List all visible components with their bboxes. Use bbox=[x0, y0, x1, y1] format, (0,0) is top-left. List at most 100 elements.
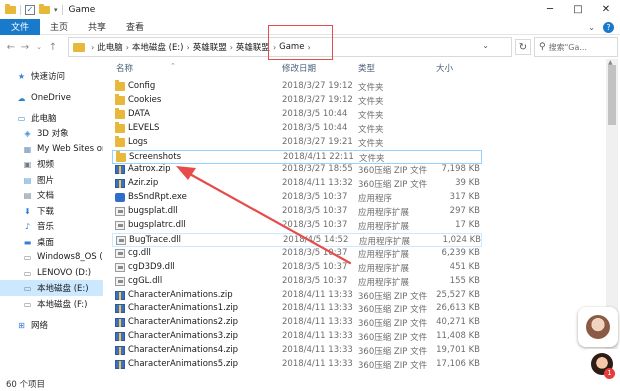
search-box[interactable]: ⚲ bbox=[534, 37, 618, 57]
breadcrumb-separator-icon[interactable]: › bbox=[91, 43, 94, 52]
file-row[interactable]: CharacterAnimations3.zip 2018/4/11 13:33 3… bbox=[112, 330, 482, 344]
file-date: 2018/3/5 10:44 bbox=[282, 108, 348, 119]
folder-icon bbox=[115, 80, 125, 91]
column-header-size[interactable]: 大小 bbox=[436, 62, 453, 74]
file-row[interactable]: Config 2018/3/27 19:12 文件夹 bbox=[112, 80, 482, 94]
back-arrow-icon[interactable]: ← bbox=[4, 37, 18, 57]
file-size: 1,024 KB bbox=[442, 234, 481, 245]
file-date: 2018/4/5 14:52 bbox=[283, 234, 349, 245]
recent-locations-chevron-icon[interactable]: ⌄ bbox=[32, 37, 46, 57]
sidebar-item-desktop[interactable]: ▬ 桌面 bbox=[0, 234, 103, 250]
file-size: 297 KB bbox=[449, 206, 480, 217]
breadcrumb-separator-icon[interactable]: › bbox=[273, 43, 276, 52]
file-row[interactable]: Screenshots 2018/4/11 22:11 文件夹 bbox=[112, 149, 482, 164]
sidebar-item-onedrive[interactable]: ☁ OneDrive bbox=[0, 90, 103, 106]
folder-icon bbox=[115, 135, 125, 147]
file-row[interactable]: CharacterAnimations.zip 2018/4/11 13:33 36… bbox=[112, 289, 482, 303]
sidebar-item-this-pc[interactable]: ▭ 此电脑 bbox=[0, 110, 103, 126]
search-icon: ⚲ bbox=[539, 42, 546, 52]
file-row[interactable]: BugTrace.dll 2018/4/5 14:52 应用程序扩展 1,024 KB bbox=[112, 232, 482, 247]
file-row[interactable]: DATA 2018/3/5 10:44 文件夹 bbox=[112, 107, 482, 122]
sidebar-item-my-web-sites[interactable]: ▦ My Web Sites on I bbox=[0, 141, 103, 157]
tab-view[interactable]: 查看 bbox=[116, 19, 154, 35]
breadcrumb-separator-icon[interactable]: › bbox=[307, 43, 310, 52]
breadcrumb-drive-e[interactable]: 本地磁盘 (E:) bbox=[132, 41, 184, 53]
file-size: 17 KB bbox=[455, 220, 480, 230]
search-input[interactable] bbox=[548, 42, 613, 52]
breadcrumb-lol-2[interactable]: 英雄联盟 bbox=[236, 41, 270, 53]
refresh-icon[interactable]: ↻ bbox=[515, 39, 531, 55]
breadcrumb-separator-icon[interactable]: › bbox=[230, 43, 233, 52]
sidebar-item-pictures[interactable]: ▤ 图片 bbox=[0, 172, 103, 188]
computer-icon: ▭ bbox=[17, 113, 26, 123]
folder-icon bbox=[73, 42, 85, 52]
sidebar-item-3d-objects[interactable]: ◈ 3D 对象 bbox=[0, 125, 103, 141]
file-name: CharacterAnimations1.zip bbox=[128, 303, 239, 314]
sidebar-item-drive-d[interactable]: ▭ LENOVO (D:) bbox=[0, 265, 103, 281]
column-header-type[interactable]: 类型 bbox=[358, 62, 375, 74]
column-header-date[interactable]: 修改日期 bbox=[282, 62, 316, 74]
file-date: 2018/4/11 13:33 bbox=[282, 289, 353, 300]
breadcrumb-lol-1[interactable]: 英雄联盟 bbox=[193, 41, 227, 53]
sidebar-item-music[interactable]: ♪ 音乐 bbox=[0, 218, 103, 234]
file-name: bugsplatrc.dll bbox=[128, 220, 186, 230]
file-row[interactable]: Azir.zip 2018/4/11 13:32 360压缩 ZIP 文件 39 KB bbox=[112, 177, 482, 191]
file-row[interactable]: Aatrox.zip 2018/3/27 18:55 360压缩 ZIP 文件 7,1… bbox=[112, 163, 482, 177]
sidebar-item-drive-c[interactable]: ▭ Windows8_OS (C:) bbox=[0, 249, 103, 265]
customize-toolbar-arrow-icon[interactable]: ▾ bbox=[54, 6, 58, 14]
chat-widget-avatar[interactable] bbox=[578, 307, 618, 347]
sidebar-item-network[interactable]: ⊞ 网络 bbox=[0, 317, 103, 333]
tab-file[interactable]: 文件 bbox=[0, 18, 41, 35]
sidebar-item-drive-f[interactable]: ▭ 本地磁盘 (F:) bbox=[0, 296, 103, 312]
folder-icon bbox=[115, 121, 125, 133]
sidebar-item-drive-e[interactable]: ▭ 本地磁盘 (E:) bbox=[0, 280, 103, 296]
file-name: DATA bbox=[128, 108, 150, 119]
file-row[interactable]: CharacterAnimations2.zip 2018/4/11 13:33 3… bbox=[112, 316, 482, 330]
scrollbar-thumb[interactable] bbox=[608, 65, 616, 125]
tab-share[interactable]: 共享 bbox=[78, 19, 116, 35]
sidebar-item-quick-access[interactable]: ★ 快速访问 bbox=[0, 68, 103, 84]
zip-archive-icon bbox=[115, 360, 125, 369]
web-folder-icon: ▦ bbox=[23, 144, 32, 154]
sidebar-item-videos[interactable]: ▣ 视频 bbox=[0, 156, 103, 172]
file-type: 应用程序扩展 bbox=[358, 263, 410, 274]
dll-file-icon bbox=[115, 221, 125, 230]
tab-home[interactable]: 主页 bbox=[40, 19, 78, 35]
breadcrumb-separator-icon[interactable]: › bbox=[187, 43, 190, 52]
file-row[interactable]: bugsplatrc.dll 2018/3/5 10:37 应用程序扩展 17 KB bbox=[112, 219, 482, 233]
properties-check-icon[interactable]: ✓ bbox=[25, 4, 35, 15]
file-row[interactable]: cgD3D9.dll 2018/3/5 10:37 应用程序扩展 451 KB bbox=[112, 261, 482, 275]
file-type: 应用程序 bbox=[358, 194, 393, 205]
help-icon[interactable]: ? bbox=[603, 21, 614, 33]
maximize-button[interactable]: □ bbox=[564, 0, 592, 19]
file-name: Aatrox.zip bbox=[128, 164, 171, 175]
file-date: 2018/3/27 19:21 bbox=[282, 136, 353, 147]
title-bar: ✓ ▾ Game ─ □ ✕ bbox=[0, 0, 620, 19]
sidebar-item-documents[interactable]: ▤ 文档 bbox=[0, 187, 103, 203]
new-folder-icon[interactable] bbox=[39, 3, 50, 14]
up-arrow-icon[interactable]: ↑ bbox=[46, 37, 60, 57]
file-row[interactable]: Logs 2018/3/27 19:21 文件夹 bbox=[112, 135, 482, 150]
forward-arrow-icon[interactable]: → bbox=[18, 37, 32, 57]
close-button[interactable]: ✕ bbox=[592, 0, 620, 19]
address-history-chevron-icon[interactable]: ⌄ bbox=[482, 41, 489, 50]
minimize-button[interactable]: ─ bbox=[536, 0, 564, 19]
column-header-name[interactable]: 名称 bbox=[116, 62, 133, 74]
sidebar-item-downloads[interactable]: ⬇ 下载 bbox=[0, 203, 103, 219]
file-row[interactable]: CharacterAnimations1.zip 2018/4/11 13:33 3… bbox=[112, 302, 482, 316]
breadcrumb-this-pc[interactable]: 此电脑 bbox=[97, 41, 123, 53]
breadcrumb-separator-icon[interactable]: › bbox=[126, 43, 129, 52]
file-type: 文件夹 bbox=[358, 138, 384, 149]
drive-icon: ▭ bbox=[23, 299, 32, 309]
file-row[interactable]: CharacterAnimations4.zip 2018/4/11 13:33 3… bbox=[112, 344, 482, 358]
address-bar[interactable]: › 此电脑 › 本地磁盘 (E:) › 英雄联盟 › 英雄联盟 › Game ›… bbox=[68, 37, 512, 57]
file-row[interactable]: cg.dll 2018/3/5 10:37 应用程序扩展 6,239 KB bbox=[112, 247, 482, 261]
file-row[interactable]: LEVELS 2018/3/5 10:44 文件夹 bbox=[112, 121, 482, 136]
file-row[interactable]: BsSndRpt.exe 2018/3/5 10:37 应用程序 317 KB bbox=[112, 191, 482, 205]
expand-ribbon-chevron-icon[interactable]: ⌄ bbox=[588, 23, 595, 32]
file-row[interactable]: Cookies 2018/3/27 19:12 文件夹 bbox=[112, 93, 482, 108]
file-row[interactable]: CharacterAnimations5.zip 2018/4/11 13:33 3… bbox=[112, 358, 482, 372]
breadcrumb-game[interactable]: Game bbox=[279, 42, 304, 52]
file-row[interactable]: cgGL.dll 2018/3/5 10:37 应用程序扩展 155 KB bbox=[112, 275, 482, 289]
file-row[interactable]: bugsplat.dll 2018/3/5 10:37 应用程序扩展 297 KB bbox=[112, 205, 482, 219]
